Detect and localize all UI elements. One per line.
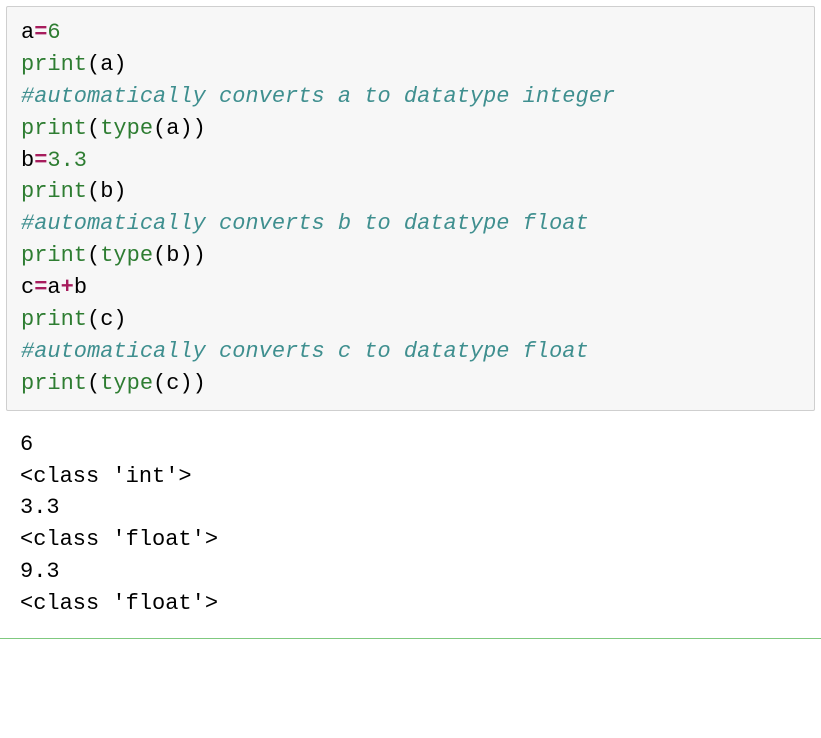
- code-line: #automatically converts a to datatype in…: [21, 81, 800, 113]
- code-token: ): [193, 116, 206, 141]
- code-token: c: [100, 307, 113, 332]
- code-token: #automatically converts a to datatype in…: [21, 84, 615, 109]
- code-token: 3.3: [47, 148, 87, 173]
- code-token: print: [21, 307, 87, 332]
- code-line: print(type(c)): [21, 368, 800, 400]
- code-token: #automatically converts b to datatype fl…: [21, 211, 589, 236]
- output-line: <class 'int'>: [20, 461, 801, 493]
- code-token: =: [34, 275, 47, 300]
- code-token: b: [21, 148, 34, 173]
- code-token: (: [153, 371, 166, 396]
- code-line: print(a): [21, 49, 800, 81]
- output-line: 3.3: [20, 492, 801, 524]
- code-token: type: [100, 116, 153, 141]
- code-token: #automatically converts c to datatype fl…: [21, 339, 589, 364]
- code-token: c: [166, 371, 179, 396]
- code-token: (: [87, 116, 100, 141]
- code-token: type: [100, 371, 153, 396]
- code-token: a: [166, 116, 179, 141]
- code-line: b=3.3: [21, 145, 800, 177]
- code-token: b: [166, 243, 179, 268]
- code-token: print: [21, 116, 87, 141]
- cell-divider: [0, 638, 821, 639]
- code-token: (: [153, 116, 166, 141]
- code-token: (: [87, 52, 100, 77]
- code-line: print(c): [21, 304, 800, 336]
- code-token: a: [21, 20, 34, 45]
- code-line: a=6: [21, 17, 800, 49]
- output-line: 6: [20, 429, 801, 461]
- output-line: 9.3: [20, 556, 801, 588]
- code-token: ): [193, 371, 206, 396]
- code-token: (: [87, 307, 100, 332]
- code-token: ): [113, 307, 126, 332]
- code-line: print(type(b)): [21, 240, 800, 272]
- code-token: ): [179, 371, 192, 396]
- code-token: print: [21, 371, 87, 396]
- code-token: (: [153, 243, 166, 268]
- code-line: c=a+b: [21, 272, 800, 304]
- code-token: 6: [47, 20, 60, 45]
- code-line: print(type(a)): [21, 113, 800, 145]
- code-input-cell[interactable]: a=6print(a)#automatically converts a to …: [6, 6, 815, 411]
- code-token: ): [179, 116, 192, 141]
- code-token: +: [61, 275, 74, 300]
- code-token: ): [113, 52, 126, 77]
- code-token: =: [34, 20, 47, 45]
- output-line: <class 'float'>: [20, 524, 801, 556]
- output-line: <class 'float'>: [20, 588, 801, 620]
- code-output-cell: 6<class 'int'>3.3<class 'float'>9.3<clas…: [0, 423, 821, 632]
- code-token: ): [193, 243, 206, 268]
- code-token: a: [47, 275, 60, 300]
- code-token: ): [113, 179, 126, 204]
- code-token: c: [21, 275, 34, 300]
- code-token: print: [21, 52, 87, 77]
- code-token: (: [87, 371, 100, 396]
- code-token: ): [179, 243, 192, 268]
- code-line: print(b): [21, 176, 800, 208]
- code-token: print: [21, 243, 87, 268]
- code-token: (: [87, 243, 100, 268]
- code-token: =: [34, 148, 47, 173]
- code-line: #automatically converts c to datatype fl…: [21, 336, 800, 368]
- code-line: #automatically converts b to datatype fl…: [21, 208, 800, 240]
- code-token: b: [100, 179, 113, 204]
- code-token: (: [87, 179, 100, 204]
- code-token: print: [21, 179, 87, 204]
- code-token: b: [74, 275, 87, 300]
- code-token: type: [100, 243, 153, 268]
- code-token: a: [100, 52, 113, 77]
